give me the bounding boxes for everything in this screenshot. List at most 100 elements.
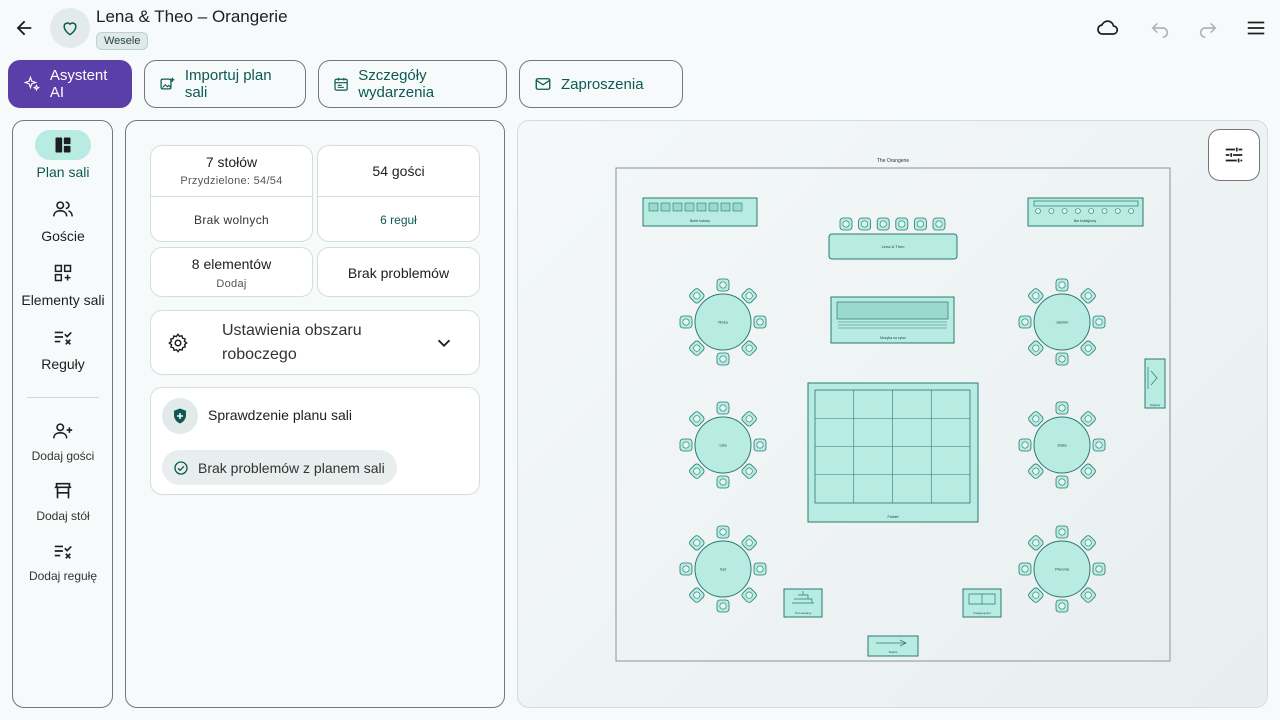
import-plan-button[interactable]: Importuj plan sali (144, 60, 306, 108)
bar-stool[interactable] (1114, 208, 1121, 214)
bar-stool[interactable] (1075, 208, 1081, 214)
invitations-button[interactable]: Zaproszenia (519, 60, 683, 108)
bar-stool[interactable] (660, 202, 671, 212)
chair[interactable] (876, 217, 890, 231)
canvas-settings-button[interactable] (1208, 129, 1260, 181)
bar-stool[interactable] (1088, 208, 1095, 214)
floor-plan-canvas[interactable]: The Orangerie Lena & Theo Bufet lodowy B… (517, 120, 1268, 708)
add-table-button[interactable]: Dodaj stół (13, 477, 113, 523)
bar-stool[interactable] (1048, 208, 1055, 214)
chair[interactable] (1055, 525, 1069, 539)
chair[interactable] (1027, 287, 1044, 304)
chair[interactable] (1080, 287, 1097, 304)
chair[interactable] (1018, 315, 1032, 329)
bar-stool[interactable] (1128, 208, 1134, 214)
chair[interactable] (679, 438, 693, 452)
chair[interactable] (1080, 463, 1097, 480)
nav-item-guests[interactable]: Goście (13, 194, 113, 244)
chair[interactable] (858, 217, 872, 231)
chair[interactable] (688, 340, 705, 357)
chair[interactable] (741, 287, 758, 304)
chair[interactable] (753, 315, 767, 329)
chair[interactable] (741, 340, 758, 357)
chair[interactable] (1018, 438, 1032, 452)
ai-assistant-button[interactable]: Asystent AI (8, 60, 132, 108)
chair[interactable] (1080, 340, 1097, 357)
workspace-settings-accordion[interactable]: Ustawienia obszaru roboczego (150, 310, 480, 375)
chair[interactable] (741, 463, 758, 480)
chair[interactable] (1027, 410, 1044, 427)
bar-stool[interactable] (684, 202, 695, 212)
chair[interactable] (1092, 315, 1106, 329)
chair[interactable] (913, 217, 927, 231)
chair[interactable] (1027, 587, 1044, 604)
chair[interactable] (839, 217, 853, 231)
chair[interactable] (716, 475, 730, 489)
chair[interactable] (688, 287, 705, 304)
chair[interactable] (716, 525, 730, 539)
problems-stat-card[interactable]: Brak problemów (317, 247, 480, 297)
dance-floor[interactable] (807, 382, 979, 523)
nav-item-rules[interactable]: Reguły (13, 322, 113, 372)
bar-stool[interactable] (1101, 208, 1108, 214)
chair[interactable] (1055, 401, 1069, 415)
chair[interactable] (1080, 534, 1097, 551)
chair[interactable] (716, 401, 730, 415)
chair[interactable] (679, 562, 693, 576)
chair[interactable] (741, 534, 758, 551)
chair[interactable] (688, 463, 705, 480)
chair[interactable] (688, 410, 705, 427)
head-table[interactable] (839, 217, 946, 231)
chair[interactable] (679, 315, 693, 329)
chair[interactable] (1055, 599, 1069, 613)
rules-count[interactable]: 6 reguł (318, 213, 479, 227)
add-guests-button[interactable]: Dodaj gości (13, 417, 113, 463)
chair[interactable] (1018, 562, 1032, 576)
guests-stat-card[interactable]: 54 gości 6 reguł (317, 145, 480, 242)
round-table[interactable]: Jaśmin (1018, 278, 1106, 366)
chair[interactable] (1027, 340, 1044, 357)
bar-stool[interactable] (732, 202, 743, 212)
bar-stool[interactable] (672, 202, 683, 212)
chair[interactable] (1092, 562, 1106, 576)
round-table[interactable]: Iryś (679, 525, 767, 613)
elements-stat-card[interactable]: 8 elementów Dodaj (150, 247, 313, 297)
chair[interactable] (741, 587, 758, 604)
favorite-button[interactable] (50, 8, 90, 48)
cloud-sync-button[interactable] (1088, 8, 1128, 48)
add-rule-button[interactable]: Dodaj regułę (13, 537, 113, 583)
bar-stool[interactable] (1061, 208, 1068, 214)
chair[interactable] (1080, 587, 1097, 604)
chair[interactable] (716, 599, 730, 613)
chair[interactable] (716, 278, 730, 292)
chair[interactable] (1092, 438, 1106, 452)
round-table[interactable]: Dalia (1018, 401, 1106, 489)
chair[interactable] (1055, 475, 1069, 489)
round-table[interactable]: Róża (679, 278, 767, 366)
nav-item-elements[interactable]: Elementy sali (13, 258, 113, 308)
chair[interactable] (716, 352, 730, 366)
bar-stool[interactable] (696, 202, 707, 212)
chair[interactable] (1055, 352, 1069, 366)
undo-button[interactable] (1140, 8, 1180, 48)
tables-stat-card[interactable]: 7 stołów Przydzielone: 54/54 Brak wolnyc… (150, 145, 313, 242)
chair[interactable] (895, 217, 909, 231)
bar-stool[interactable] (720, 202, 731, 212)
round-table[interactable]: Piwonia (1018, 525, 1106, 613)
event-details-button[interactable]: Szczegóły wydarzenia (318, 60, 507, 108)
chair[interactable] (753, 438, 767, 452)
round-table[interactable]: Lilia (679, 401, 767, 489)
chair[interactable] (753, 562, 767, 576)
chair[interactable] (741, 410, 758, 427)
chair[interactable] (1027, 534, 1044, 551)
chair[interactable] (932, 217, 946, 231)
chair[interactable] (1027, 463, 1044, 480)
menu-button[interactable] (1236, 8, 1276, 48)
chair[interactable] (1055, 278, 1069, 292)
bar-stool[interactable] (648, 202, 659, 212)
nav-item-plan[interactable]: Plan sali (13, 130, 113, 180)
chair[interactable] (688, 587, 705, 604)
chair[interactable] (688, 534, 705, 551)
redo-button[interactable] (1188, 8, 1228, 48)
bar-stool[interactable] (1035, 208, 1041, 214)
